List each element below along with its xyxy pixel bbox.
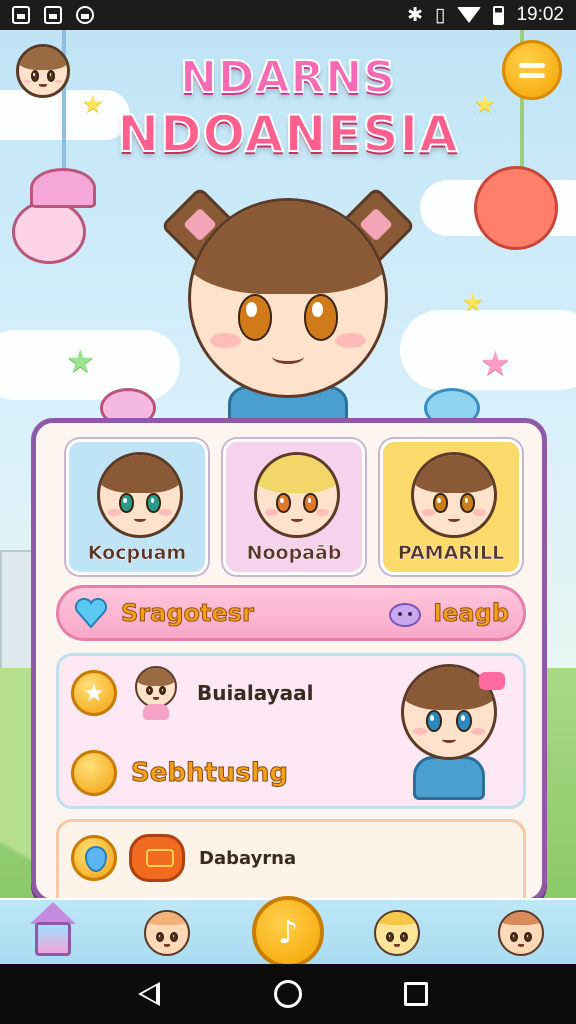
home-circle-icon[interactable] (274, 980, 302, 1008)
dog-icon (374, 910, 420, 956)
home-icon (30, 902, 76, 924)
tab-cat[interactable] (494, 908, 550, 962)
star-icon: ★ (480, 344, 511, 384)
character-portrait (97, 452, 183, 538)
character-card[interactable]: Noopaāb (223, 439, 365, 575)
character-cards: Kocpuam Noopaāb PAMARILL (66, 439, 522, 579)
tab-hamster[interactable] (140, 908, 196, 962)
character-portrait (254, 452, 340, 538)
companion-character (391, 664, 507, 804)
music-note-icon: ♪ (277, 913, 299, 951)
game-title-line1: NDARNS (179, 51, 396, 104)
battery-icon (493, 5, 505, 25)
character-card[interactable]: PAMARILL (380, 439, 522, 575)
cat-icon (498, 910, 544, 956)
home-tab-button[interactable] (30, 902, 76, 962)
star-coin-icon: ★ (71, 670, 117, 716)
hero-face (188, 198, 388, 398)
heart-gem-icon (71, 835, 117, 881)
recent-apps-icon[interactable] (404, 982, 428, 1006)
character-name: PAMARILL (397, 542, 505, 564)
hero-character (160, 178, 416, 428)
tab-dog[interactable] (370, 908, 426, 962)
list-item-label: Dabayrna (199, 847, 297, 869)
character-name: Kocpuam (87, 542, 187, 564)
cloud-mascot-icon (389, 603, 422, 627)
list-item-label: Buialayaal (197, 681, 314, 705)
pink-action-bar[interactable]: Sragotesr Ieagb (56, 585, 526, 641)
character-name: Noopaāb (246, 542, 342, 564)
list-item[interactable]: Sebhtushg (71, 750, 289, 796)
mushroom-cap (30, 168, 96, 208)
image-icon (12, 6, 30, 24)
avatar (16, 44, 70, 98)
star-icon: ★ (462, 288, 484, 316)
bluetooth-icon: ✱ (407, 4, 423, 26)
mini-character (129, 664, 183, 722)
star-icon: ★ (66, 342, 95, 380)
back-icon[interactable] (138, 982, 160, 1006)
main-panel: Kocpuam Noopaāb PAMARILL Sragotesr Ieagb (31, 418, 547, 904)
hamster-icon (144, 910, 190, 956)
list-item[interactable]: ★ Buialayaal (71, 664, 313, 722)
menu-icon (519, 62, 545, 68)
vibrate-icon: ▯ (434, 4, 446, 26)
star-icon: ★ (474, 90, 496, 118)
wifi-icon (457, 7, 482, 23)
pink-bar-right-label: Ieagb (433, 599, 510, 628)
strawberry-mascot (474, 166, 558, 250)
pink-bar-left-label: Sragotesr (121, 599, 255, 628)
game-title-line2: NDOANESIA (116, 104, 459, 164)
profile-avatar-button[interactable] (12, 40, 74, 102)
menu-button[interactable] (502, 40, 562, 100)
cat-badge-icon (129, 834, 185, 882)
gear-icon (76, 6, 94, 24)
heart-icon (74, 597, 108, 629)
character-portrait (411, 452, 497, 538)
home-icon-base (35, 922, 71, 956)
pink-cloud-mascot (12, 200, 86, 264)
character-card[interactable]: Kocpuam (66, 439, 208, 575)
status-bar: ✱ ▯ 19:02 (0, 0, 576, 30)
list-item-label: Sebhtushg (130, 758, 289, 789)
music-play-button[interactable]: ♪ (252, 896, 324, 968)
list-item[interactable]: Dabayrna (71, 834, 296, 882)
reward-list: ★ Buialayaal Sebhtushg (56, 653, 526, 809)
gold-coin-icon (71, 750, 117, 796)
bow-icon (479, 672, 505, 690)
m-icon (44, 6, 62, 24)
system-nav-bar (0, 964, 576, 1024)
bonus-list: Dabayrna (56, 819, 526, 899)
status-time: 19:02 (516, 4, 564, 25)
